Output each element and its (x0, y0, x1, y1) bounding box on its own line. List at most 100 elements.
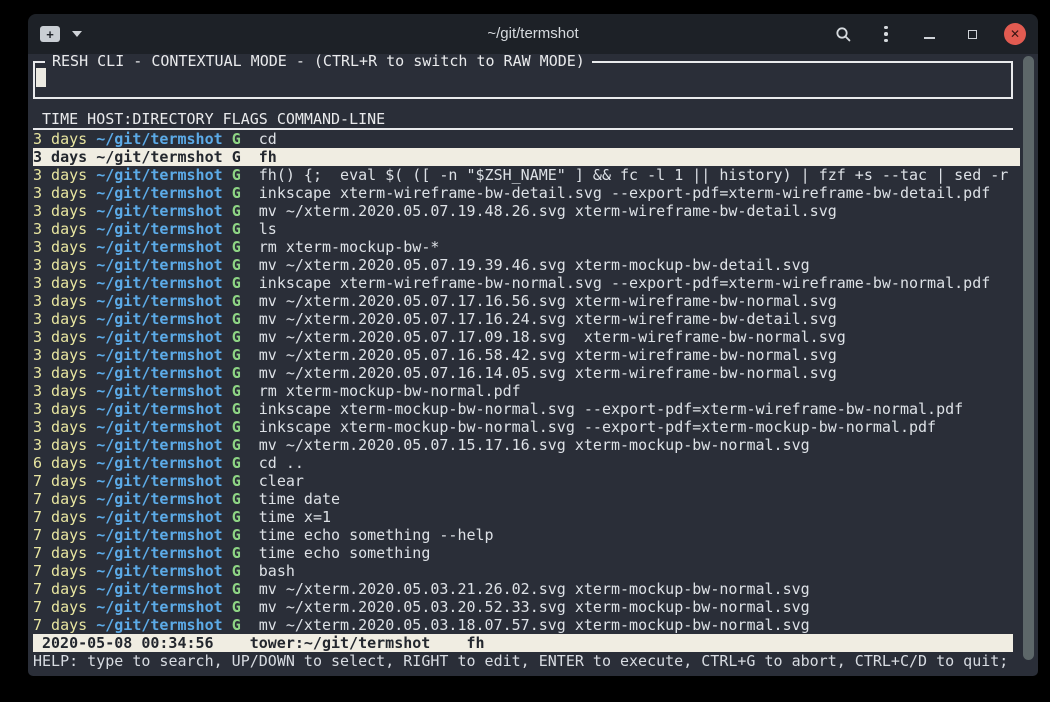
row-directory: ~/git/termshot (96, 580, 222, 598)
table-row[interactable]: 6 days ~/git/termshot G cd .. (33, 454, 1020, 472)
row-flags: G (232, 346, 241, 364)
search-icon (835, 26, 852, 43)
row-command: mv ~/xterm.2020.05.07.17.16.56.svg xterm… (259, 292, 837, 310)
row-flags: G (232, 526, 241, 544)
row-time: 3 days (33, 130, 87, 148)
scrollbar-thumb[interactable] (1023, 56, 1034, 660)
row-time: 3 days (33, 382, 87, 400)
row-time: 3 days (33, 166, 87, 184)
row-flags: G (232, 166, 241, 184)
table-row[interactable]: 3 days ~/git/termshot G cd (33, 130, 1020, 148)
row-flags: G (232, 544, 241, 562)
table-row[interactable]: 7 days ~/git/termshot G time x=1 (33, 508, 1020, 526)
table-row[interactable]: 3 days ~/git/termshot G inkscape xterm-w… (33, 184, 1020, 202)
row-directory: ~/git/termshot (96, 364, 222, 382)
chevron-down-icon[interactable] (72, 31, 82, 37)
row-directory: ~/git/termshot (96, 346, 222, 364)
row-command: inkscape xterm-mockup-bw-normal.svg --ex… (259, 400, 963, 418)
table-row[interactable]: 3 days ~/git/termshot G inkscape xterm-w… (33, 274, 1020, 292)
row-flags: G (232, 310, 241, 328)
row-command: inkscape xterm-wireframe-bw-detail.svg -… (259, 184, 991, 202)
table-row[interactable]: 3 days ~/git/termshot G mv ~/xterm.2020.… (33, 202, 1020, 220)
menu-button[interactable] (875, 23, 897, 45)
search-button[interactable] (832, 23, 854, 45)
new-tab-button[interactable]: + (40, 26, 60, 42)
status-gap (430, 634, 466, 652)
table-row[interactable]: 3 days ~/git/termshot G inkscape xterm-m… (33, 400, 1020, 418)
row-flags: G (232, 256, 241, 274)
table-row[interactable]: 7 days ~/git/termshot G time date (33, 490, 1020, 508)
table-row[interactable]: 3 days ~/git/termshot G inkscape xterm-m… (33, 418, 1020, 436)
window-title: ~/git/termshot (487, 14, 578, 54)
row-command: mv ~/xterm.2020.05.07.17.16.24.svg xterm… (259, 310, 837, 328)
row-flags: G (232, 274, 241, 292)
table-row[interactable]: 3 days ~/git/termshot G mv ~/xterm.2020.… (33, 328, 1020, 346)
row-directory: ~/git/termshot (96, 382, 222, 400)
table-row[interactable]: 3 days ~/git/termshot G mv ~/xterm.2020.… (33, 310, 1020, 328)
titlebar-left-controls: + (40, 26, 82, 42)
table-row[interactable]: 7 days ~/git/termshot G time echo someth… (33, 544, 1020, 562)
row-flags: G (232, 382, 241, 400)
row-flags: G (232, 616, 241, 634)
table-row[interactable]: 7 days ~/git/termshot G mv ~/xterm.2020.… (33, 598, 1020, 616)
row-command: rm xterm-mockup-bw-normal.pdf (259, 382, 521, 400)
row-time: 7 days (33, 472, 87, 490)
close-button[interactable]: ✕ (1004, 23, 1026, 45)
terminal-window: + ~/git/termshot (28, 14, 1038, 676)
status-host-directory: tower:~/git/termshot (250, 634, 431, 652)
row-time: 3 days (33, 220, 87, 238)
row-flags: G (232, 292, 241, 310)
restore-icon (968, 30, 977, 39)
table-row[interactable]: 7 days ~/git/termshot G mv ~/xterm.2020.… (33, 616, 1020, 634)
scrollbar[interactable] (1020, 54, 1038, 676)
restore-button[interactable] (961, 23, 983, 45)
text-cursor (36, 68, 46, 87)
table-row[interactable]: 3 days ~/git/termshot G fh (33, 148, 1020, 166)
status-datetime: 2020-05-08 00:34:56 (42, 634, 214, 652)
row-time: 7 days (33, 508, 87, 526)
row-time: 3 days (33, 256, 87, 274)
row-directory: ~/git/termshot (96, 310, 222, 328)
table-row[interactable]: 3 days ~/git/termshot G mv ~/xterm.2020.… (33, 256, 1020, 274)
table-row[interactable]: 3 days ~/git/termshot G mv ~/xterm.2020.… (33, 346, 1020, 364)
row-directory: ~/git/termshot (96, 454, 222, 472)
table-row[interactable]: 3 days ~/git/termshot G rm xterm-mockup-… (33, 238, 1020, 256)
row-time: 3 days (33, 346, 87, 364)
row-flags: G (232, 400, 241, 418)
minimize-button[interactable] (918, 23, 940, 45)
row-time: 3 days (33, 400, 87, 418)
table-row[interactable]: 7 days ~/git/termshot G mv ~/xterm.2020.… (33, 580, 1020, 598)
status-query: fh (466, 634, 484, 652)
close-icon: ✕ (1010, 27, 1020, 41)
table-row[interactable]: 7 days ~/git/termshot G bash (33, 562, 1020, 580)
row-directory: ~/git/termshot (96, 166, 222, 184)
row-flags: G (232, 436, 241, 454)
terminal-screen[interactable]: RESH CLI - CONTEXTUAL MODE - (CTRL+R to … (28, 54, 1038, 676)
row-directory: ~/git/termshot (96, 256, 222, 274)
row-flags: G (232, 454, 241, 472)
row-time: 3 days (33, 364, 87, 382)
row-directory: ~/git/termshot (96, 544, 222, 562)
table-row[interactable]: 3 days ~/git/termshot G ls (33, 220, 1020, 238)
row-directory: ~/git/termshot (96, 292, 222, 310)
table-row[interactable]: 7 days ~/git/termshot G clear (33, 472, 1020, 490)
row-command: mv ~/xterm.2020.05.07.16.58.42.svg xterm… (259, 346, 837, 364)
row-command: mv ~/xterm.2020.05.07.19.39.46.svg xterm… (259, 256, 810, 274)
row-command: inkscape xterm-mockup-bw-normal.svg --ex… (259, 418, 936, 436)
row-time: 6 days (33, 454, 87, 472)
table-row[interactable]: 3 days ~/git/termshot G mv ~/xterm.2020.… (33, 292, 1020, 310)
table-row[interactable]: 3 days ~/git/termshot G mv ~/xterm.2020.… (33, 436, 1020, 454)
table-row[interactable]: 3 days ~/git/termshot G fh() {; eval $( … (33, 166, 1020, 184)
row-time: 7 days (33, 526, 87, 544)
table-row[interactable]: 7 days ~/git/termshot G time echo someth… (33, 526, 1020, 544)
row-command: time x=1 (259, 508, 331, 526)
table-row[interactable]: 3 days ~/git/termshot G mv ~/xterm.2020.… (33, 364, 1020, 382)
row-directory: ~/git/termshot (96, 238, 222, 256)
titlebar[interactable]: + ~/git/termshot (28, 14, 1038, 54)
search-input-box[interactable]: RESH CLI - CONTEXTUAL MODE - (CTRL+R to … (33, 61, 1013, 99)
row-command: time echo something (259, 544, 431, 562)
row-flags: G (232, 238, 241, 256)
row-time: 7 days (33, 616, 87, 634)
row-command: mv ~/xterm.2020.05.07.17.09.18.svg xterm… (259, 328, 846, 346)
table-row[interactable]: 3 days ~/git/termshot G rm xterm-mockup-… (33, 382, 1020, 400)
